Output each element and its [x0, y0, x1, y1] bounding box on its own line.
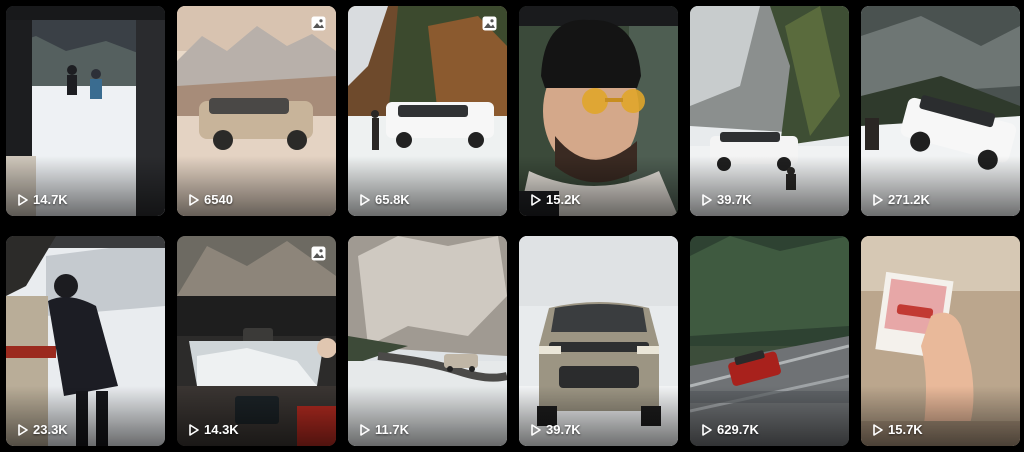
play-icon: [702, 423, 712, 436]
play-icon: [873, 193, 883, 206]
view-count-label: 14.7K: [33, 192, 68, 207]
view-count: 14.3K: [189, 422, 239, 437]
video-grid: 14.7K 6540 65.8K 15.2K 39.7K 271.2K 23.3…: [6, 6, 1020, 446]
view-count: 14.7K: [18, 192, 68, 207]
video-tile-9[interactable]: 11.7K: [348, 236, 507, 446]
play-icon: [531, 423, 541, 436]
play-icon: [189, 423, 199, 436]
image-icon: [311, 246, 326, 261]
view-count-label: 6540: [204, 192, 233, 207]
view-count-label: 271.2K: [888, 192, 930, 207]
tile-gradient: [519, 386, 678, 446]
tile-gradient: [177, 386, 336, 446]
view-count: 65.8K: [360, 192, 410, 207]
play-icon: [189, 193, 199, 206]
tile-gradient: [519, 156, 678, 216]
play-icon: [360, 193, 370, 206]
view-count: 39.7K: [702, 192, 752, 207]
view-count: 629.7K: [702, 422, 759, 437]
view-count-label: 629.7K: [717, 422, 759, 437]
view-count: 6540: [189, 192, 233, 207]
tile-gradient: [690, 156, 849, 216]
video-tile-8[interactable]: 14.3K: [177, 236, 336, 446]
play-icon: [18, 423, 28, 436]
tile-gradient: [348, 386, 507, 446]
image-icon: [482, 16, 497, 31]
view-count: 271.2K: [873, 192, 930, 207]
view-count-label: 39.7K: [546, 422, 581, 437]
view-count: 15.7K: [873, 422, 923, 437]
video-tile-4[interactable]: 15.2K: [519, 6, 678, 216]
view-count-label: 15.7K: [888, 422, 923, 437]
tile-gradient: [861, 386, 1020, 446]
tile-gradient: [861, 156, 1020, 216]
view-count-label: 14.3K: [204, 422, 239, 437]
tile-gradient: [6, 386, 165, 446]
view-count-label: 23.3K: [33, 422, 68, 437]
video-tile-6[interactable]: 271.2K: [861, 6, 1020, 216]
tile-gradient: [690, 386, 849, 446]
view-count: 11.7K: [360, 422, 409, 437]
video-tile-12[interactable]: 15.7K: [861, 236, 1020, 446]
video-tile-3[interactable]: 65.8K: [348, 6, 507, 216]
video-tile-2[interactable]: 6540: [177, 6, 336, 216]
tile-gradient: [348, 156, 507, 216]
play-icon: [18, 193, 28, 206]
view-count: 39.7K: [531, 422, 581, 437]
view-count-label: 39.7K: [717, 192, 752, 207]
play-icon: [873, 423, 883, 436]
video-tile-11[interactable]: 629.7K: [690, 236, 849, 446]
view-count-label: 15.2K: [546, 192, 581, 207]
play-icon: [531, 193, 541, 206]
view-count: 15.2K: [531, 192, 581, 207]
image-icon: [311, 16, 326, 31]
video-tile-10[interactable]: 39.7K: [519, 236, 678, 446]
view-count-label: 65.8K: [375, 192, 410, 207]
video-tile-7[interactable]: 23.3K: [6, 236, 165, 446]
play-icon: [360, 423, 370, 436]
video-tile-1[interactable]: 14.7K: [6, 6, 165, 216]
tile-gradient: [6, 156, 165, 216]
view-count: 23.3K: [18, 422, 68, 437]
view-count-label: 11.7K: [375, 422, 409, 437]
tile-gradient: [177, 156, 336, 216]
video-tile-5[interactable]: 39.7K: [690, 6, 849, 216]
play-icon: [702, 193, 712, 206]
